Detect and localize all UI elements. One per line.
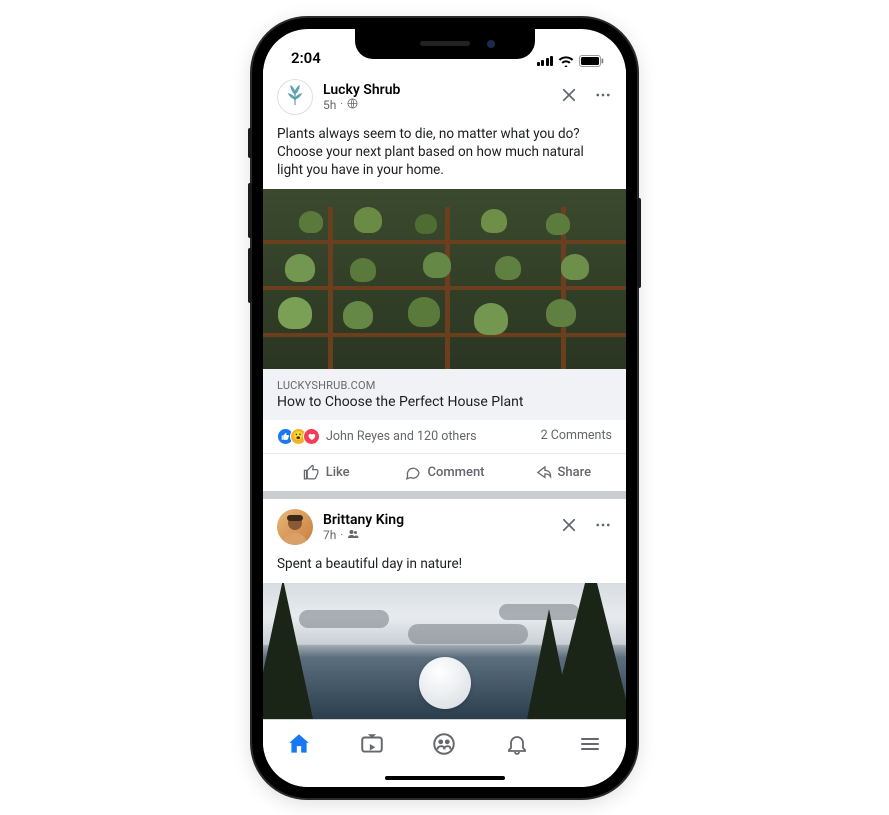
home-indicator[interactable]	[263, 769, 626, 787]
reactions-summary[interactable]: 😮 John Reyes and 120 others	[277, 428, 477, 445]
wifi-icon	[558, 55, 574, 67]
post-menu-button[interactable]	[594, 86, 612, 108]
post-photo[interactable]	[263, 583, 626, 718]
bottom-tab-bar	[263, 719, 626, 769]
cellular-signal-icon	[537, 56, 554, 66]
status-time: 2:04	[291, 49, 321, 67]
phone-device-frame: 2:04 Lucky Shrub	[252, 18, 637, 798]
post-link-image[interactable]	[263, 189, 626, 369]
comment-button[interactable]: Comment	[385, 460, 503, 485]
reactions-text: John Reyes and 120 others	[326, 429, 477, 444]
post-action-row: Like Comment Share	[263, 454, 626, 491]
post-body-text: Spent a beautiful day in nature!	[263, 551, 626, 583]
news-feed[interactable]: Lucky Shrub 5h ·	[263, 69, 626, 719]
engagement-bar: 😮 John Reyes and 120 others 2 Comments	[263, 420, 626, 454]
post-timestamp: 5h ·	[323, 98, 560, 112]
tab-home[interactable]	[263, 731, 336, 757]
phone-screen: 2:04 Lucky Shrub	[263, 29, 626, 787]
tab-groups[interactable]	[408, 731, 481, 757]
friends-audience-icon	[347, 528, 359, 543]
home-icon	[286, 731, 312, 757]
post-menu-button[interactable]	[594, 516, 612, 538]
tab-notifications[interactable]	[481, 732, 554, 756]
feed-post: Brittany King 7h ·	[263, 499, 626, 718]
phone-notch	[355, 29, 535, 59]
dismiss-post-button[interactable]	[560, 86, 578, 108]
watch-icon	[359, 731, 385, 757]
battery-icon	[579, 55, 604, 67]
post-header: Brittany King 7h ·	[263, 499, 626, 551]
post-author-name[interactable]: Brittany King	[323, 512, 560, 528]
author-avatar[interactable]	[277, 79, 313, 115]
love-reaction-icon	[303, 428, 320, 445]
like-button[interactable]: Like	[267, 460, 385, 485]
bell-icon	[505, 732, 529, 756]
story-ring-overlay	[419, 657, 471, 709]
tab-watch[interactable]	[336, 731, 409, 757]
link-preview-card[interactable]: LUCKYSHRUB.COM How to Choose the Perfect…	[263, 369, 626, 420]
post-header: Lucky Shrub 5h ·	[263, 69, 626, 121]
dismiss-post-button[interactable]	[560, 516, 578, 538]
post-timestamp: 7h ·	[323, 528, 560, 543]
post-body-text: Plants always seem to die, no matter wha…	[263, 121, 626, 190]
hamburger-icon	[578, 732, 602, 756]
link-title: How to Choose the Perfect House Plant	[277, 394, 612, 410]
globe-icon	[347, 98, 358, 112]
post-author-name[interactable]: Lucky Shrub	[323, 82, 560, 98]
link-domain: LUCKYSHRUB.COM	[277, 379, 612, 392]
comments-count[interactable]: 2 Comments	[541, 428, 612, 445]
tab-menu[interactable]	[553, 732, 626, 756]
groups-icon	[431, 731, 457, 757]
share-button[interactable]: Share	[504, 460, 622, 485]
feed-post: Lucky Shrub 5h ·	[263, 69, 626, 492]
author-avatar[interactable]	[277, 509, 313, 545]
